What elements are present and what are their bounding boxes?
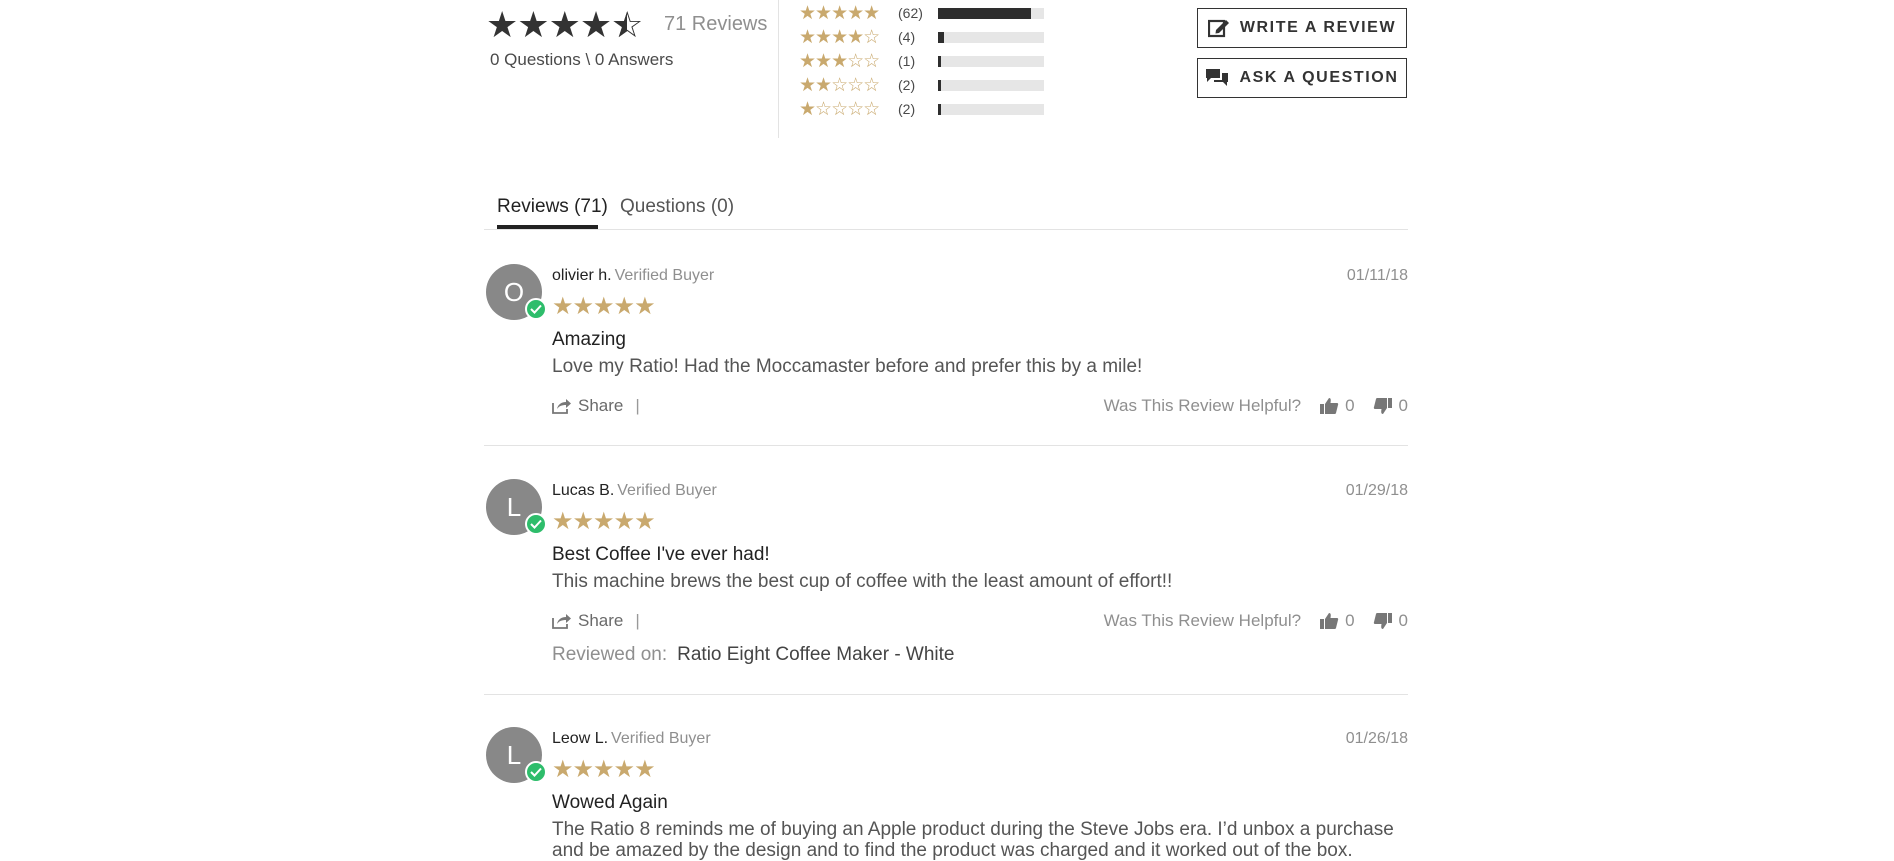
helpful-section: Was This Review Helpful? 0 0: [1104, 611, 1408, 631]
tab-questions[interactable]: Questions (0): [620, 196, 734, 218]
down-vote-count: 0: [1398, 396, 1408, 415]
verified-buyer-badge: Verified Buyer: [611, 730, 711, 747]
verified-buyer-badge: Verified Buyer: [614, 267, 715, 284]
separator: |: [635, 396, 640, 415]
thumbs-down-icon: [1373, 613, 1392, 629]
average-rating-stars: ★★★★☆★: [486, 4, 643, 46]
review-rating-stars: ★★★★★: [552, 756, 656, 783]
separator: |: [635, 611, 640, 630]
verified-check-icon: [525, 761, 547, 783]
ask-question-button[interactable]: ASK A QUESTION: [1197, 58, 1407, 98]
edit-icon: [1207, 19, 1229, 38]
chat-bubbles-icon: [1206, 69, 1229, 86]
share-link[interactable]: Share |: [552, 611, 640, 631]
reviewer-name: Leow L.: [552, 730, 609, 747]
review-date: 01/11/18: [1346, 267, 1408, 284]
review-divider: [484, 445, 1408, 446]
share-icon: [552, 614, 571, 629]
reviewer-name-line: Leow L. Verified Buyer: [552, 730, 711, 748]
thumbs-up-icon: [1320, 613, 1339, 629]
share-icon: [552, 399, 571, 414]
rating-bar: [938, 7, 1044, 19]
rating-bar: [938, 31, 1044, 43]
star-full-icon: ★: [486, 4, 518, 45]
verified-check-icon: [525, 513, 547, 535]
reviews-count[interactable]: 71 Reviews: [664, 13, 767, 36]
review-date: 01/26/18: [1345, 730, 1408, 747]
write-review-button[interactable]: WRITE A REVIEW: [1197, 8, 1407, 48]
review-rating-stars: ★★★★★: [552, 508, 656, 535]
tabs-divider: [484, 229, 1408, 230]
share-label: Share: [578, 611, 624, 630]
review-date: 01/29/18: [1345, 482, 1408, 499]
thumbs-down-icon: [1373, 398, 1392, 414]
summary-divider: [778, 0, 779, 138]
up-vote-count: 0: [1345, 396, 1355, 415]
thumbs-up-button[interactable]: 0: [1319, 611, 1355, 631]
two-stars-icon: ★★☆☆☆: [799, 74, 880, 96]
rating-row-4[interactable]: ★★★★☆ (4): [799, 26, 1044, 48]
rating-bar: [938, 103, 1044, 115]
reviewer-name: Lucas B.: [552, 482, 615, 499]
rating-row-3[interactable]: ★★★☆☆ (1): [799, 50, 1044, 72]
star-full-icon: ★: [517, 4, 549, 45]
rating-bar: [938, 79, 1044, 91]
reviewer-name-line: Lucas B. Verified Buyer: [552, 482, 717, 500]
review-title: Amazing: [552, 329, 626, 350]
questions-answers-count: 0 Questions \ 0 Answers: [490, 50, 674, 69]
rating-count: (1): [898, 53, 916, 69]
rating-bar-fill: [938, 103, 942, 115]
rating-count: (62): [898, 5, 923, 21]
helpful-section: Was This Review Helpful? 0 0: [1104, 396, 1408, 416]
review-divider: [484, 694, 1408, 695]
share-link[interactable]: Share |: [552, 396, 640, 416]
reviewed-on-product[interactable]: Ratio Eight Coffee Maker - White: [677, 644, 954, 665]
one-star-icon: ★☆☆☆☆: [799, 98, 880, 120]
rating-row-2[interactable]: ★★☆☆☆ (2): [799, 74, 1044, 96]
up-vote-count: 0: [1345, 611, 1355, 630]
star-full-icon: ★: [548, 4, 581, 45]
four-stars-icon: ★★★★☆: [799, 26, 880, 48]
tab-reviews[interactable]: Reviews (71): [497, 196, 608, 218]
three-stars-icon: ★★★☆☆: [799, 50, 880, 72]
rating-row-1[interactable]: ★☆☆☆☆ (2): [799, 98, 1044, 120]
share-label: Share: [578, 396, 624, 415]
helpful-label: Was This Review Helpful?: [1103, 396, 1302, 415]
rating-bar-fill: [938, 7, 1031, 19]
thumbs-down-button[interactable]: 0: [1373, 611, 1408, 631]
rating-count: (2): [898, 77, 916, 93]
review-title: Best Coffee I've ever had!: [552, 544, 770, 565]
star-half-icon: ☆★: [611, 4, 643, 45]
reviewed-on-label: Reviewed on:: [552, 644, 668, 665]
review-body: Love my Ratio! Had the Moccamaster befor…: [552, 356, 1143, 377]
review-rating-stars: ★★★★★: [552, 293, 656, 320]
five-stars-icon: ★★★★★: [799, 2, 880, 24]
thumbs-down-button[interactable]: 0: [1373, 396, 1408, 416]
ask-question-label: ASK A QUESTION: [1239, 69, 1399, 86]
review-body: This machine brews the best cup of coffe…: [552, 571, 1173, 592]
rating-count: (4): [898, 29, 916, 45]
rating-bar-fill: [938, 79, 942, 91]
review-title: Wowed Again: [552, 792, 668, 813]
verified-buyer-badge: Verified Buyer: [617, 482, 717, 499]
reviewer-name-line: olivier h. Verified Buyer: [552, 267, 714, 285]
thumbs-up-button[interactable]: 0: [1319, 396, 1355, 416]
rating-bar-fill: [938, 31, 944, 43]
thumbs-up-icon: [1320, 398, 1339, 414]
reviewed-on: Reviewed on: Ratio Eight Coffee Maker - W…: [552, 644, 955, 666]
write-review-label: WRITE A REVIEW: [1239, 19, 1397, 36]
rating-row-5[interactable]: ★★★★★ (62): [799, 2, 1044, 24]
star-full-icon: ★: [579, 4, 612, 45]
down-vote-count: 0: [1398, 611, 1408, 630]
review-body: The Ratio 8 reminds me of buying an Appl…: [552, 819, 1394, 861]
rating-count: (2): [898, 101, 916, 117]
helpful-label: Was This Review Helpful?: [1103, 611, 1302, 630]
rating-bar: [938, 55, 1044, 67]
reviewer-name: olivier h.: [552, 267, 612, 284]
verified-check-icon: [525, 298, 547, 320]
rating-bar-fill: [938, 55, 942, 67]
